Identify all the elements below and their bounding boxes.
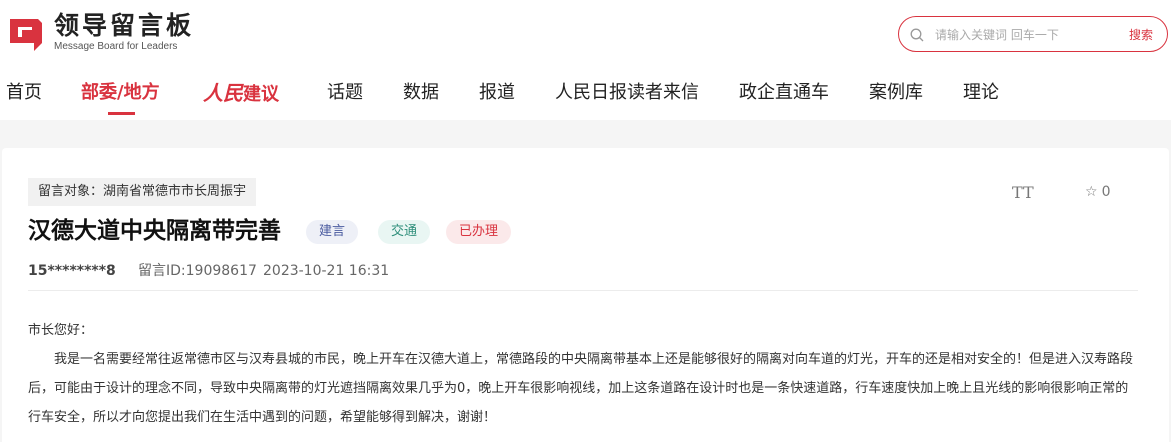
nav-item-reports[interactable]: 报道 [479, 80, 515, 106]
peoples-daily-brush-logo: 人民 [203, 81, 243, 105]
message-content: 我是一名需要经常往返常德市区与汉寿县城的市民，晚上开车在汉德大道上，常德路段的中… [28, 352, 1134, 425]
message-title: 汉德大道中央隔离带完善 [28, 218, 281, 244]
font-size-icon[interactable]: TT [1012, 183, 1034, 202]
nav-item-data[interactable]: 数据 [403, 80, 439, 106]
star-icon: ☆ [1085, 184, 1098, 200]
message-time: 2023-10-21 16:31 [263, 263, 390, 279]
nav-item-readers-letters[interactable]: 人民日报读者来信 [555, 80, 699, 106]
nav-item-ministries-local[interactable]: 部委/地方 [81, 80, 160, 106]
message-target: 留言对象：湖南省常德市市长周振宇 [28, 178, 257, 206]
status-badge: 已办理 [446, 220, 512, 244]
message-author: 15********8 [28, 263, 116, 279]
message-body: 市长您好： 我是一名需要经常往返常德市区与汉寿县城的市民，晚上开车在汉德大道上，… [28, 316, 1140, 432]
divider [28, 290, 1138, 291]
favorite-button[interactable]: ☆ 0 [1085, 184, 1110, 200]
nav-item-case-library[interactable]: 案例库 [869, 80, 923, 106]
nav-item-home[interactable]: 首页 [6, 80, 42, 106]
search-box: 搜索 [898, 16, 1168, 52]
search-button[interactable]: 搜索 [1129, 26, 1153, 43]
logo-title: 领导留言板 [54, 11, 195, 40]
message-greeting: 市长您好： [28, 323, 94, 338]
site-logo[interactable]: 领导留言板 Message Board for Leaders [6, 12, 194, 53]
type-badge: 建言 [306, 220, 359, 244]
nav-item-topics[interactable]: 话题 [327, 80, 363, 106]
logo-subtitle: Message Board for Leaders [54, 41, 178, 52]
active-nav-indicator [108, 112, 135, 115]
message-id: 留言ID:19098617 [138, 263, 257, 279]
search-input[interactable] [935, 25, 1115, 45]
category-badge: 交通 [378, 220, 431, 244]
nav-item-peoples-suggestions[interactable]: 人民建议 [203, 80, 279, 108]
logo-icon [6, 13, 46, 53]
favorite-count: 0 [1101, 184, 1111, 200]
nav-item-business-express[interactable]: 政企直通车 [739, 80, 829, 106]
nav-item-theory[interactable]: 理论 [963, 80, 999, 106]
nav-item-label: 建议 [243, 84, 279, 105]
search-icon [910, 28, 924, 42]
